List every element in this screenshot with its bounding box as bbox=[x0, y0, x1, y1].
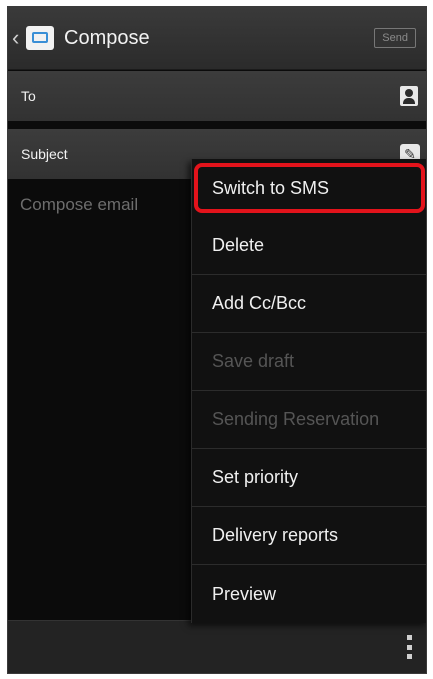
action-bar: ‹ Compose Send bbox=[8, 7, 426, 70]
menu-item-save-draft: Save draft bbox=[192, 333, 426, 391]
bottom-bar bbox=[8, 620, 426, 673]
menu-item-delete[interactable]: Delete bbox=[192, 217, 426, 275]
compose-body-input[interactable]: Compose email bbox=[20, 195, 138, 215]
menu-item-add-cc-bcc[interactable]: Add Cc/Bcc bbox=[192, 275, 426, 333]
menu-item-switch-to-sms[interactable]: Switch to SMS bbox=[194, 163, 425, 213]
to-label: To bbox=[21, 88, 36, 104]
back-chevron-icon[interactable]: ‹ bbox=[12, 25, 22, 51]
menu-item-sending-reservation: Sending Reservation bbox=[192, 391, 426, 449]
to-field[interactable]: To bbox=[8, 71, 426, 121]
more-vertical-icon[interactable] bbox=[406, 635, 412, 659]
subject-label: Subject bbox=[21, 146, 68, 162]
overflow-menu: Switch to SMS Delete Add Cc/Bcc Save dra… bbox=[191, 159, 426, 623]
page-title: Compose bbox=[64, 26, 150, 49]
phone-screen: ‹ Compose Send To Subject ✎ Compose emai… bbox=[7, 6, 427, 674]
contact-icon[interactable] bbox=[400, 86, 418, 106]
menu-item-set-priority[interactable]: Set priority bbox=[192, 449, 426, 507]
email-icon[interactable] bbox=[26, 26, 54, 50]
menu-item-delivery-reports[interactable]: Delivery reports bbox=[192, 507, 426, 565]
send-button[interactable]: Send bbox=[374, 28, 416, 48]
menu-item-preview[interactable]: Preview bbox=[192, 565, 426, 623]
